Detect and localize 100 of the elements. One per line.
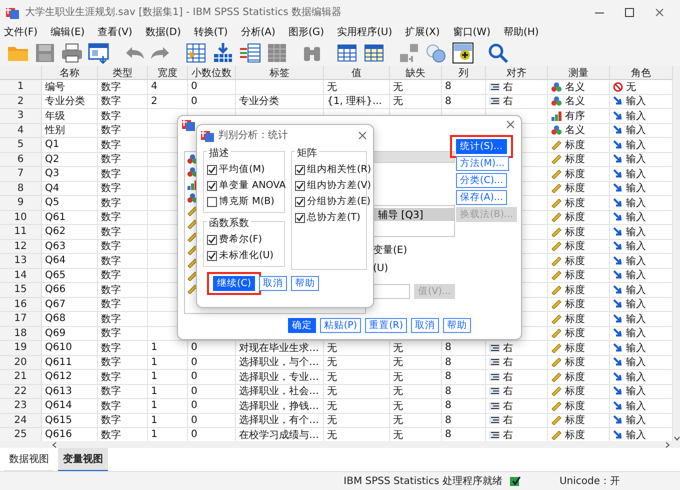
table-cell: 数字 <box>98 356 148 370</box>
table-cell: Q613 <box>42 384 98 399</box>
column-header: 测量 <box>548 66 610 80</box>
cell-text: 输入 <box>626 414 646 428</box>
table-cell: 无 <box>390 399 442 414</box>
cell-text: 标度 <box>565 342 585 355</box>
table-cell: 8 <box>442 384 486 399</box>
row-number: 23 <box>0 399 42 414</box>
checkbox-label: 分组协方差(E) <box>307 195 371 208</box>
table-cell: {1, 理科}... <box>324 94 390 109</box>
table-cell: Q64 <box>42 254 98 268</box>
row-number: 2 <box>0 94 42 109</box>
cell-text: 右 <box>503 95 513 108</box>
checkbox-label: 总协方差(T) <box>307 211 360 224</box>
row-number: 1 <box>0 80 42 94</box>
table-cell: 无 <box>324 341 390 356</box>
table-cell: 数字 <box>98 167 148 182</box>
table-cell: 数字 <box>98 94 148 109</box>
table-cell: 专业分类 <box>236 94 324 109</box>
table-cell: 数字 <box>98 152 148 167</box>
cell-text: 输入 <box>626 210 646 224</box>
cell-text: 标度 <box>565 384 585 398</box>
checkbox-label: 未标准化(U) <box>219 249 274 262</box>
table-cell: 1 <box>148 414 188 428</box>
column-header: 类型 <box>98 66 148 80</box>
table-cell: 数字 <box>98 384 148 399</box>
row-number: 4 <box>0 124 42 138</box>
column-header: 缺失 <box>390 66 442 80</box>
table-cell: Q3 <box>42 167 98 182</box>
table-cell: 0 <box>188 356 236 370</box>
cell-text: 右 <box>503 80 513 94</box>
checkbox-label: 单变量 ANOVA <box>219 179 286 192</box>
table-cell: 无 <box>324 80 390 94</box>
row-number: 9 <box>0 196 42 210</box>
checkbox-label: 博克斯 M(B) <box>219 195 274 208</box>
table-cell: 数字 <box>98 210 148 225</box>
table-cell: 数字 <box>98 109 148 124</box>
table-cell: 年级 <box>42 109 98 124</box>
cell-text: 右 <box>503 385 513 398</box>
table-cell: 专业分类 <box>42 94 98 109</box>
table-cell: Q67 <box>42 298 98 312</box>
table-cell: 数字 <box>98 268 148 283</box>
cell-text: 输入 <box>626 312 646 326</box>
table-cell: 无 <box>324 356 390 370</box>
table-cell: 无 <box>390 370 442 384</box>
column-header: 小数位数 <box>188 66 236 80</box>
cell-text: 标度 <box>565 138 585 152</box>
table-cell: 0 <box>188 399 236 414</box>
cell-text: 无 <box>626 80 636 94</box>
table-cell: 数字 <box>98 182 148 196</box>
table-cell: 8 <box>442 80 486 94</box>
option-label: (U) <box>373 263 390 274</box>
table-cell: 8 <box>442 356 486 370</box>
table-cell: 1 <box>148 399 188 414</box>
table-cell: 数字 <box>98 240 148 254</box>
table-cell: Q5 <box>42 196 98 210</box>
table-cell: 选择职业，有个… <box>236 414 324 428</box>
table-cell: 选择职业，挣钱… <box>236 399 324 414</box>
table-cell: 0 <box>188 341 236 356</box>
table-cell: 性别 <box>42 124 98 138</box>
cell-text: 标度 <box>565 240 585 254</box>
row-number: 19 <box>0 341 42 356</box>
table-cell: 选择职业，专业… <box>236 370 324 384</box>
cell-text: 名义 <box>565 124 585 138</box>
row-number: 18 <box>0 326 42 341</box>
table-cell: Q615 <box>42 414 98 428</box>
column-header: 值 <box>324 66 390 80</box>
table-cell: 数字 <box>98 326 148 341</box>
table-cell: 0 <box>188 80 236 94</box>
cell-text: 右 <box>503 370 513 384</box>
cell-text: 输入 <box>626 138 646 152</box>
cell-text: 标度 <box>565 414 585 428</box>
table-cell: Q63 <box>42 240 98 254</box>
row-number: 12 <box>0 240 42 254</box>
table-cell: Q69 <box>42 326 98 341</box>
row-number: 14 <box>0 268 42 283</box>
cell-text: 名义 <box>565 80 585 94</box>
row-number: 15 <box>0 283 42 298</box>
table-cell: 数字 <box>98 254 148 268</box>
table-cell: 数字 <box>98 298 148 312</box>
table-cell: 4 <box>148 80 188 94</box>
row-number: 20 <box>0 356 42 370</box>
column-header: 标签 <box>236 66 324 80</box>
table-cell: 0 <box>188 384 236 399</box>
cell-text: 标度 <box>565 400 585 413</box>
cell-text: 输入 <box>626 168 646 181</box>
checkbox-label: 组内相关性(R) <box>307 163 372 176</box>
cell-text: 输入 <box>626 182 646 196</box>
table-cell: Q66 <box>42 283 98 298</box>
table-cell: 无 <box>390 94 442 109</box>
column-header: 宽度 <box>148 66 188 80</box>
cell-text: 标度 <box>565 226 585 239</box>
table-cell: 0 <box>188 414 236 428</box>
row-number: 6 <box>0 152 42 167</box>
status-message: IBM SPSS Statistics 处理程序就绪 <box>344 474 502 488</box>
cell-text: 输入 <box>626 326 646 340</box>
table-cell: 0 <box>188 370 236 384</box>
table-cell: 无 <box>324 384 390 399</box>
cell-text: 标度 <box>565 210 585 224</box>
group-title: 函数系数 <box>207 216 251 230</box>
